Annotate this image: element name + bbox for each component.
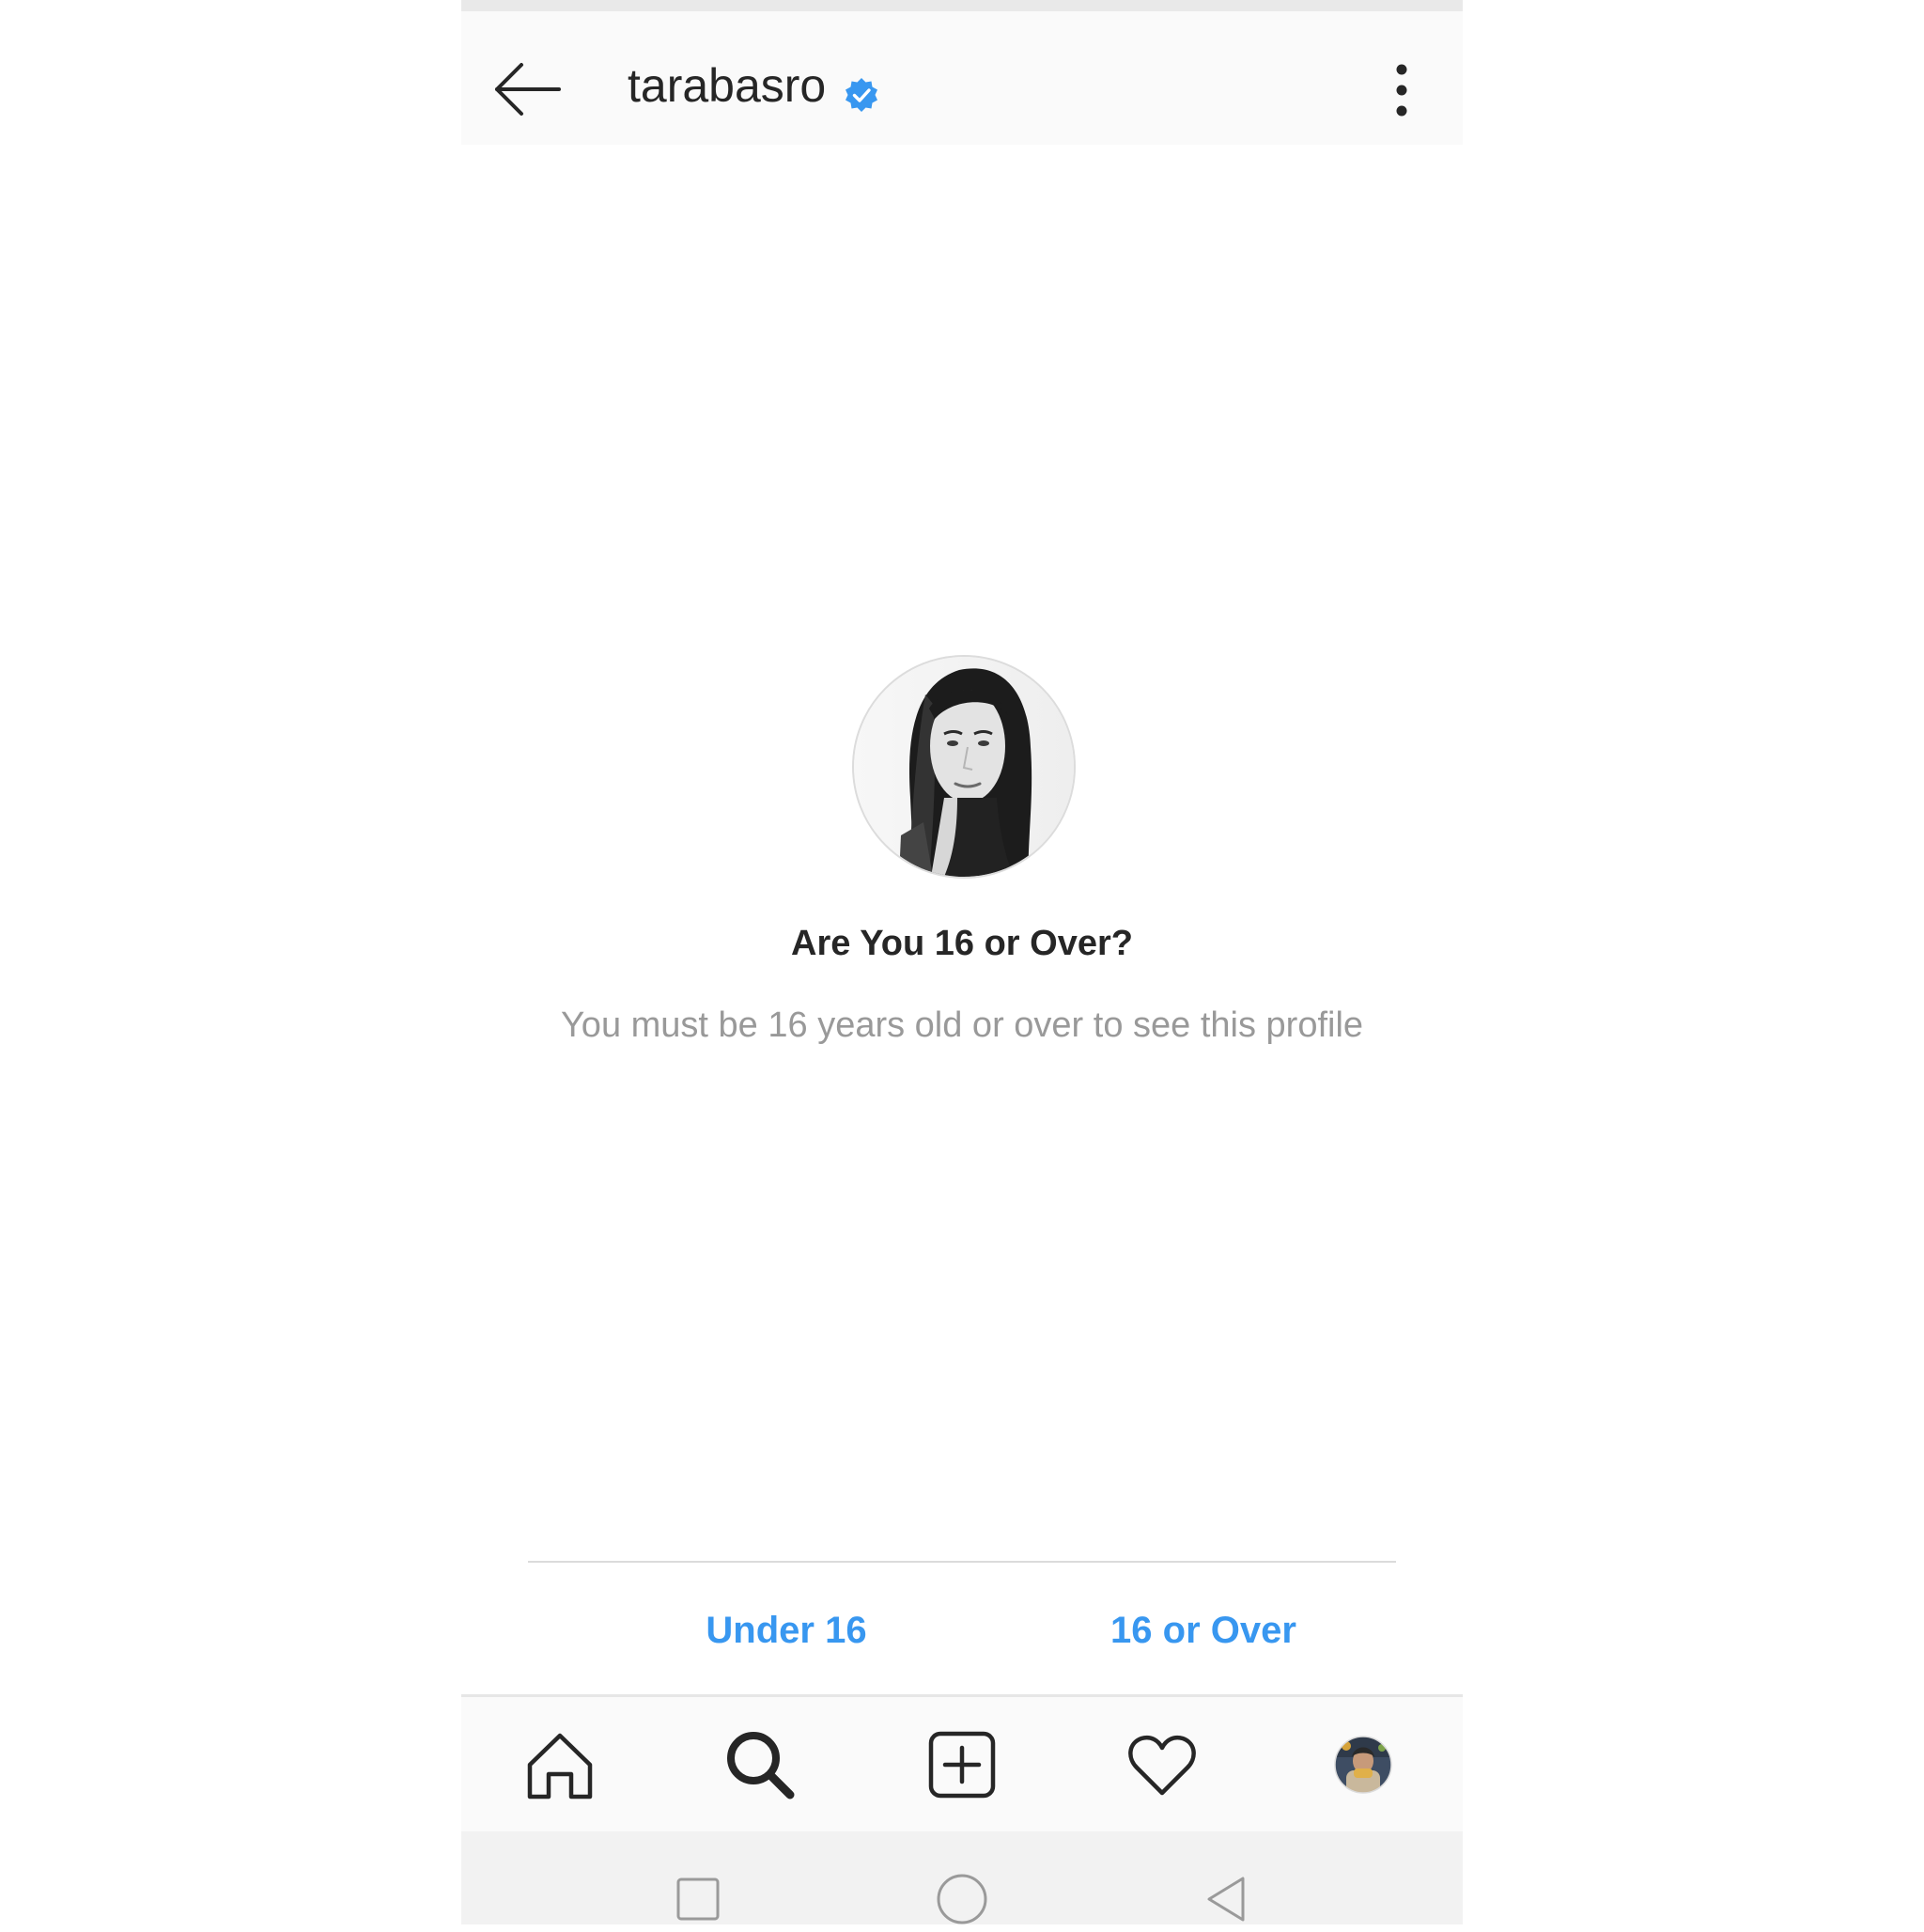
more-vertical-icon xyxy=(1396,64,1407,117)
add-post-icon xyxy=(928,1731,996,1799)
username-text: tarabasro xyxy=(628,59,827,112)
tab-activity[interactable] xyxy=(1125,1727,1200,1802)
tab-profile[interactable] xyxy=(1326,1727,1401,1802)
heart-icon xyxy=(1128,1735,1196,1796)
home-icon xyxy=(527,1733,593,1800)
arrow-left-icon xyxy=(495,63,561,116)
profile-username-title: tarabasro xyxy=(628,55,880,117)
system-navigation-bar xyxy=(461,1831,1463,1924)
search-icon xyxy=(727,1732,795,1800)
profile-avatar-icon xyxy=(1334,1736,1392,1794)
recents-button[interactable] xyxy=(670,1871,726,1927)
back-triangle-icon xyxy=(1207,1877,1245,1922)
profile-photo xyxy=(852,655,1076,879)
more-options-button[interactable] xyxy=(1378,53,1425,128)
tab-search[interactable] xyxy=(722,1727,798,1802)
back-button[interactable] xyxy=(489,47,565,132)
home-circle-icon xyxy=(937,1874,987,1924)
bottom-tab-bar xyxy=(461,1694,1463,1834)
instagram-screen: tarabasro Are You 16 or Over? You must b… xyxy=(461,0,1463,1924)
app-header: tarabasro xyxy=(461,11,1463,145)
divider xyxy=(528,1561,1396,1563)
age-gate-title: Are You 16 or Over? xyxy=(791,924,1133,963)
status-bar xyxy=(461,0,1463,11)
verified-badge-icon xyxy=(843,67,880,112)
tab-add-post[interactable] xyxy=(924,1727,1000,1802)
tab-home[interactable] xyxy=(522,1727,597,1802)
age-gate-subtitle: You must be 16 years old or over to see … xyxy=(560,1005,1364,1045)
16-or-over-button[interactable]: 16 or Over xyxy=(1081,1602,1326,1659)
back-system-button[interactable] xyxy=(1198,1871,1254,1927)
recents-square-icon xyxy=(676,1877,720,1921)
home-system-button[interactable] xyxy=(934,1871,990,1927)
under-16-button[interactable]: Under 16 xyxy=(664,1602,908,1659)
